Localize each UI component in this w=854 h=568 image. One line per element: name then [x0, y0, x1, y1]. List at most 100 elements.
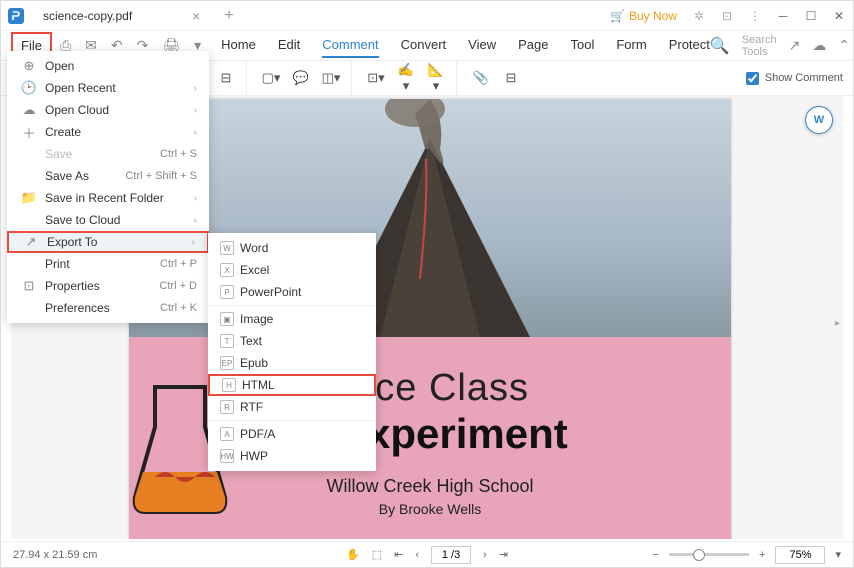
export-powerpoint[interactable]: PPowerPoint — [208, 281, 376, 303]
menu-form[interactable]: Form — [616, 33, 646, 58]
shapes-icon[interactable]: ◫▾ — [321, 70, 341, 86]
export-format-icon: W — [220, 241, 234, 255]
close-window-button[interactable]: ✕ — [825, 1, 853, 31]
titlebar: science-copy.pdf × + 🛒 Buy Now ✲ ⊡ ⋮ ─ ☐… — [1, 1, 853, 31]
export-excel[interactable]: XExcel — [208, 259, 376, 281]
callout-icon[interactable]: ⊟ — [216, 70, 236, 86]
export-submenu: W Word XExcelPPowerPoint ▣ImageTText EP Epub H… — [208, 233, 376, 471]
zoom-slider[interactable] — [669, 553, 749, 556]
select-tool-icon[interactable]: ⬚ — [372, 548, 382, 561]
file-menu-create[interactable]: ＋Create› — [7, 121, 209, 143]
search-tools-input[interactable]: Search Tools — [742, 34, 777, 58]
word-float-icon[interactable]: W — [805, 106, 833, 134]
export-format-icon: HW — [220, 449, 234, 463]
comment-icon[interactable]: 💬 — [291, 70, 311, 86]
menu-item-label: Open — [45, 59, 74, 73]
scroll-right-icon[interactable]: ▸ — [835, 318, 843, 334]
menu-item-icon: ↗ — [21, 234, 41, 250]
collapse-icon[interactable]: ⌃ — [838, 37, 850, 54]
file-menu-properties[interactable]: ⊡PropertiesCtrl + D — [7, 275, 209, 297]
file-menu-open[interactable]: ⊕Open — [7, 55, 209, 77]
next-page-icon[interactable]: › — [483, 549, 487, 561]
export-image[interactable]: ▣Image — [208, 308, 376, 330]
menu-item-icon: 🕑 — [19, 80, 39, 96]
export-format-label: Text — [240, 334, 262, 348]
user-icon[interactable]: ⊡ — [713, 1, 741, 31]
export-format-label: Epub — [240, 356, 268, 370]
attach-icon[interactable]: 📎 — [471, 70, 491, 86]
zoom-in-icon[interactable]: + — [759, 549, 765, 561]
export-epub[interactable]: EP Epub — [208, 352, 376, 374]
cloud-icon[interactable]: ☁ — [812, 37, 826, 54]
new-tab-button[interactable]: + — [224, 7, 233, 25]
menu-convert[interactable]: Convert — [401, 33, 447, 58]
tab-close-icon[interactable]: × — [192, 8, 200, 24]
menu-item-icon: ＋ — [19, 123, 39, 142]
stamp-icon[interactable]: ⊡▾ — [366, 70, 386, 86]
submenu-arrow-icon: › — [194, 193, 197, 204]
file-menu-save-in-recent-folder[interactable]: 📁 Save in Recent Folder › — [7, 187, 209, 209]
hide-icon[interactable]: ⊟ — [501, 70, 521, 86]
submenu-arrow-icon: › — [194, 215, 197, 226]
tab-title: science-copy.pdf — [43, 9, 132, 23]
export-hwp[interactable]: HWHWP — [208, 445, 376, 467]
last-page-icon[interactable]: ⇥ — [499, 548, 508, 561]
menu-page[interactable]: Page — [518, 33, 548, 58]
export-format-label: RTF — [240, 400, 263, 414]
export-format-label: HTML — [242, 378, 275, 392]
note-icon[interactable]: ▢▾ — [261, 70, 281, 86]
file-menu-save-to-cloud[interactable]: Save to Cloud› — [7, 209, 209, 231]
signature-icon[interactable]: ✍▾ — [396, 62, 416, 94]
show-comment-toggle[interactable]: Show Comment — [746, 72, 843, 85]
file-menu-print[interactable]: PrintCtrl + P — [7, 253, 209, 275]
maximize-button[interactable]: ☐ — [797, 1, 825, 31]
export-rtf[interactable]: R RTF — [208, 396, 376, 418]
export-text[interactable]: TText — [208, 330, 376, 352]
export-format-icon: ▣ — [220, 312, 234, 326]
menu-protect[interactable]: Protect — [669, 33, 710, 58]
share-icon[interactable]: ↗ — [789, 37, 801, 54]
page-number-input[interactable] — [431, 546, 471, 564]
search-icon: 🔍 — [710, 36, 730, 56]
submenu-arrow-icon: › — [194, 83, 197, 94]
menu-item-icon: ☁ — [19, 102, 39, 118]
zoom-out-icon[interactable]: − — [653, 549, 659, 561]
menu-item-label: Preferences — [45, 301, 110, 315]
export-pdfa[interactable]: APDF/A — [208, 423, 376, 445]
menu-item-label: Print — [45, 257, 70, 271]
show-comment-checkbox[interactable] — [746, 72, 759, 85]
export-format-icon: EP — [220, 356, 234, 370]
menu-tool[interactable]: Tool — [570, 33, 594, 58]
statusbar: 27.94 x 21.59 cm ✋ ⬚ ⇤ ‹ › ⇥ − + ▾ — [1, 541, 853, 567]
menu-home[interactable]: Home — [221, 33, 256, 58]
menu-item-icon: 📁 — [19, 190, 39, 206]
menu-item-label: Open Recent — [45, 81, 116, 95]
document-tab[interactable]: science-copy.pdf × — [31, 1, 212, 30]
menu-item-label: Save in Recent Folder — [45, 191, 164, 205]
export-html[interactable]: HHTML — [208, 374, 376, 396]
hand-tool-icon[interactable]: ✋ — [346, 548, 360, 561]
file-menu-preferences[interactable]: PreferencesCtrl + K — [7, 297, 209, 319]
zoom-level-select[interactable] — [775, 546, 825, 564]
measure-icon[interactable]: 📐▾ — [426, 62, 446, 94]
menu-view[interactable]: View — [468, 33, 496, 58]
file-menu-open-recent[interactable]: 🕑 Open Recent › — [7, 77, 209, 99]
page-dimensions: 27.94 x 21.59 cm — [13, 549, 97, 561]
menu-edit[interactable]: Edit — [278, 33, 300, 58]
zoom-dropdown-icon[interactable]: ▾ — [835, 548, 841, 561]
first-page-icon[interactable]: ⇤ — [394, 548, 403, 561]
export-word[interactable]: W Word — [208, 237, 376, 259]
file-menu-open-cloud[interactable]: ☁Open Cloud› — [7, 99, 209, 121]
file-menu-save-as[interactable]: Save AsCtrl + Shift + S — [7, 165, 209, 187]
file-menu-export-to[interactable]: ↗Export To› — [7, 231, 209, 253]
buy-now-link[interactable]: 🛒 Buy Now — [610, 9, 677, 23]
kebab-menu-icon[interactable]: ⋮ — [741, 1, 769, 31]
export-format-icon: R — [220, 400, 234, 414]
cart-icon: 🛒 — [610, 9, 625, 23]
notification-icon[interactable]: ✲ — [685, 1, 713, 31]
prev-page-icon[interactable]: ‹ — [415, 549, 419, 561]
export-format-label: Word — [240, 241, 268, 255]
menu-comment[interactable]: Comment — [322, 33, 378, 58]
minimize-button[interactable]: ─ — [769, 1, 797, 31]
submenu-arrow-icon: › — [194, 105, 197, 116]
